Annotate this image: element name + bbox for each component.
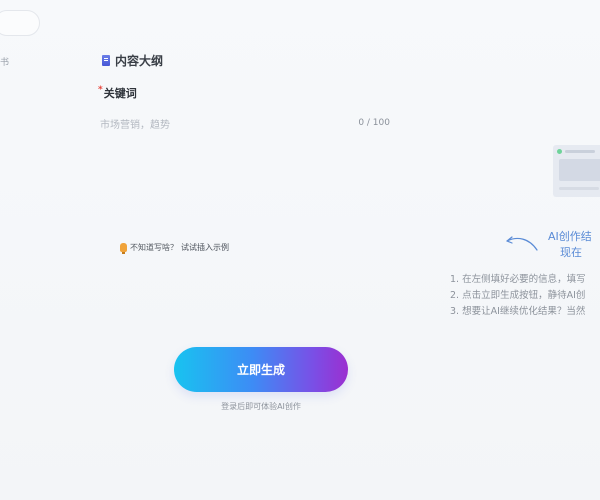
- required-mark: *: [98, 85, 103, 95]
- illustration-dot: [557, 149, 562, 154]
- guide-step: 3. 想要让AI继续优化结果？当然: [450, 306, 586, 317]
- guide-step: 1. 在左侧填好必要的信息，填写: [450, 274, 586, 285]
- illustration-line: [565, 150, 595, 153]
- guide-steps: 1. 在左侧填好必要的信息，填写 2. 点击立即生成按钮，静待AI创 3. 想要…: [450, 272, 600, 320]
- page: 书 内容大纲 *关键词 市场营销，趋势 0 / 100 不知道写啥？ 试试插入示…: [0, 0, 600, 500]
- sidebar-label[interactable]: 书: [0, 55, 9, 68]
- keyword-input[interactable]: 市场营销，趋势 0 / 100: [100, 112, 390, 134]
- keyword-label: *关键词: [98, 85, 137, 101]
- section-header: 内容大纲: [102, 52, 163, 69]
- illustration-block: [559, 159, 600, 181]
- keyword-label-text: 关键词: [103, 87, 137, 100]
- keyword-counter: 0 / 100: [358, 118, 390, 128]
- hint-prefix: 不知道写啥？: [130, 243, 178, 252]
- guide-step: 2. 点击立即生成按钮，静待AI创: [450, 290, 586, 301]
- illustration-card: [553, 145, 600, 197]
- keyword-placeholder: 市场营销，趋势: [100, 119, 170, 131]
- login-tip: 登录后即可体验AI创作: [221, 402, 301, 411]
- insert-example-link[interactable]: 试试插入示例: [181, 242, 229, 253]
- curved-arrow-icon: [506, 236, 538, 251]
- search-box[interactable]: [0, 10, 40, 36]
- lightbulb-icon: [120, 243, 127, 254]
- section-title: 内容大纲: [115, 54, 164, 68]
- preview-illustration: [553, 145, 600, 205]
- guide-title-line1: AI创作结: [548, 230, 592, 243]
- guide-title-line2: 现在: [560, 246, 582, 259]
- generate-button[interactable]: 立即生成: [174, 347, 348, 392]
- hint-line: 不知道写啥？ 试试插入示例: [120, 242, 229, 254]
- document-icon: [102, 55, 110, 66]
- guide-title: AI创作结 现在: [548, 229, 600, 261]
- illustration-line: [559, 187, 599, 190]
